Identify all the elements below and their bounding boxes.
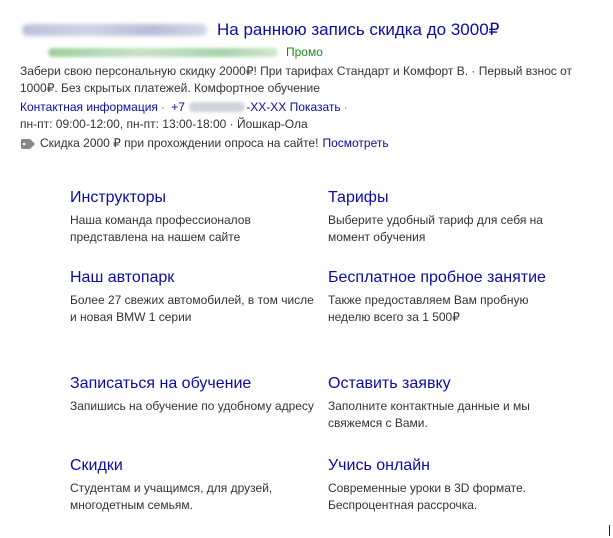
sitelink-title[interactable]: Наш автопарк xyxy=(70,266,320,290)
sitelink-description: Студентам и учащимся, для друзей, многод… xyxy=(70,481,273,512)
sitelink: Оставить заявку Заполните контактные дан… xyxy=(328,372,578,432)
blurred-site-name xyxy=(22,24,207,36)
sitelink-title[interactable]: Инструкторы xyxy=(70,186,320,210)
sitelink-description: Запишись на обучение по удобному адресу xyxy=(70,399,314,413)
sitelink-description: Выберите удобный тариф для себя на момен… xyxy=(328,213,543,244)
contact-info-link[interactable]: Контактная информация xyxy=(20,100,158,114)
sitelink: Наш автопарк Более 27 свежих автомобилей… xyxy=(70,266,320,326)
sitelink-title[interactable]: Тарифы xyxy=(328,186,578,210)
phone-prefix: +7 xyxy=(171,100,185,114)
sitelink-title[interactable]: Скидки xyxy=(70,454,320,478)
sitelink-title[interactable]: Бесплатное пробное занятие xyxy=(328,266,568,290)
ad-title-row: На раннюю запись скидка до 3000₽ xyxy=(20,18,605,42)
search-ad: На раннюю запись скидка до 3000₽ Промо З… xyxy=(20,18,605,152)
tag-icon xyxy=(21,138,35,149)
promo-view-link[interactable]: Посмотреть xyxy=(322,135,388,152)
sitelink-description: Наша команда профессионалов представлена… xyxy=(70,213,251,244)
blurred-url xyxy=(48,47,278,57)
sitelink-title[interactable]: Оставить заявку xyxy=(328,372,578,396)
ad-description: Забери свою персональную скидку 2000₽! П… xyxy=(20,64,573,95)
sitelink: Инструкторы Наша команда профессионалов … xyxy=(70,186,320,246)
ad-url-row: Промо xyxy=(20,43,605,61)
promo-label: Промо xyxy=(286,45,323,59)
promo-text: Скидка 2000 ₽ при прохождении опроса на … xyxy=(40,136,319,150)
sitelink-description: Заполните контактные данные и мы свяжемс… xyxy=(328,399,530,430)
sitelink-description: Также предоставляем Вам пробную неделю в… xyxy=(328,293,529,324)
sitelink-description: Более 27 свежих автомобилей, в том числе… xyxy=(70,293,314,324)
ad-title-link[interactable]: На раннюю запись скидка до 3000₽ xyxy=(217,20,499,40)
sitelink-description: Современные уроки в 3D формате. Беспроце… xyxy=(328,481,527,512)
blurred-phone xyxy=(189,102,246,112)
sitelink: Скидки Студентам и учащимся, для друзей,… xyxy=(70,454,320,514)
sitelink-title[interactable]: Учись онлайн xyxy=(328,454,578,478)
phone-suffix: -XX-XX xyxy=(246,100,287,114)
separator-dot: · xyxy=(160,100,165,114)
phone-number[interactable]: +7 -XX-XX Показать xyxy=(171,100,340,114)
sitelink-title[interactable]: Записаться на обучение xyxy=(70,372,320,396)
text-cursor xyxy=(609,525,610,536)
working-hours: пн-пт: 09:00-12:00, пн-пт: 13:00-18:00 ·… xyxy=(20,117,308,131)
sitelink: Записаться на обучение Запишись на обуче… xyxy=(70,372,320,415)
sitelink: Тарифы Выберите удобный тариф для себя н… xyxy=(328,186,578,246)
separator-dot: · xyxy=(343,100,348,114)
show-phone-link[interactable]: Показать xyxy=(290,100,341,114)
sitelink: Учись онлайн Современные уроки в 3D форм… xyxy=(328,454,578,514)
contacts-line: Контактная информация · +7 -XX-XX Показат… xyxy=(20,99,605,116)
sitelink: Бесплатное пробное занятие Также предост… xyxy=(328,266,568,326)
promo-line: Скидка 2000 ₽ при прохождении опроса на … xyxy=(20,135,605,152)
